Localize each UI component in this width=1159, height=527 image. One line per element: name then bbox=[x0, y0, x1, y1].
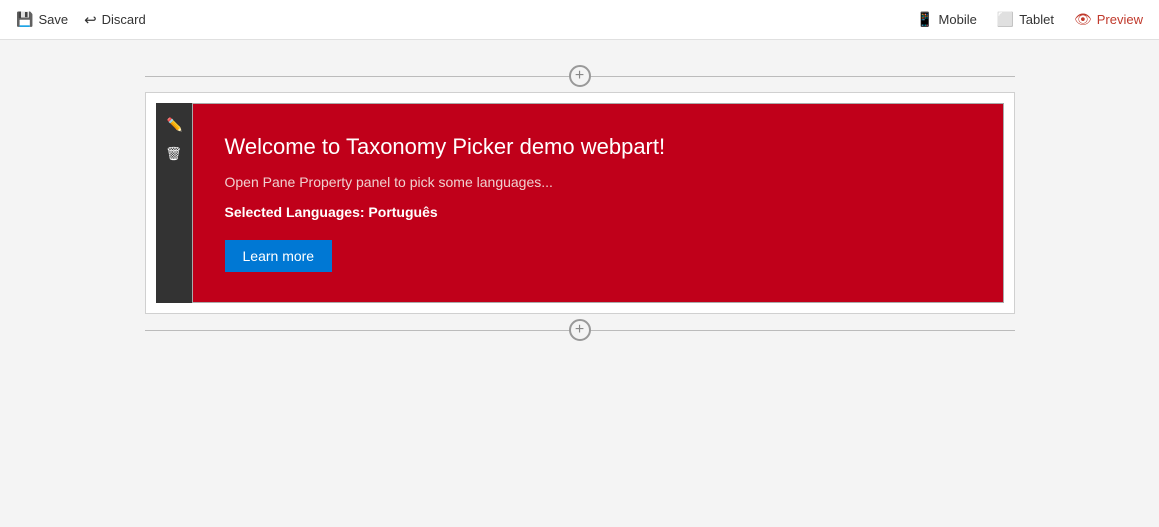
add-row-top-symbol: + bbox=[575, 68, 584, 84]
page-zone: + Welcome to Taxonomy Picker demo webpar… bbox=[145, 60, 1015, 346]
side-actions bbox=[156, 103, 192, 303]
edit-webpart-button[interactable] bbox=[160, 109, 188, 137]
delete-webpart-button[interactable] bbox=[160, 139, 188, 167]
add-row-bottom: + bbox=[145, 320, 1015, 340]
discard-button[interactable]: Discard bbox=[84, 11, 146, 29]
learn-more-button[interactable]: Learn more bbox=[225, 240, 333, 272]
trash-icon bbox=[165, 145, 182, 162]
webpart-outer: Welcome to Taxonomy Picker demo webpart!… bbox=[156, 103, 1004, 303]
tablet-icon bbox=[997, 11, 1014, 28]
section-wrapper: Welcome to Taxonomy Picker demo webpart!… bbox=[145, 92, 1015, 314]
preview-button[interactable]: Preview bbox=[1074, 11, 1143, 28]
add-section-top-button[interactable]: + bbox=[569, 65, 591, 87]
preview-icon bbox=[1074, 11, 1092, 28]
discard-icon bbox=[84, 11, 97, 29]
pencil-icon bbox=[167, 116, 181, 130]
canvas: + Welcome to Taxonomy Picker demo webpar… bbox=[0, 40, 1159, 527]
tablet-label: Tablet bbox=[1019, 12, 1054, 27]
add-row-bottom-symbol: + bbox=[575, 322, 584, 338]
toolbar-right: Mobile Tablet Preview bbox=[916, 11, 1143, 28]
mobile-label: Mobile bbox=[939, 12, 977, 27]
discard-label: Discard bbox=[102, 12, 146, 27]
preview-label: Preview bbox=[1097, 12, 1143, 27]
toolbar: Save Discard Mobile Tablet Preview bbox=[0, 0, 1159, 40]
webpart-selected-text: Selected Languages: Português bbox=[225, 204, 971, 220]
tablet-button[interactable]: Tablet bbox=[997, 11, 1054, 28]
save-button[interactable]: Save bbox=[16, 11, 68, 28]
mobile-button[interactable]: Mobile bbox=[916, 11, 977, 28]
webpart-subtitle: Open Pane Property panel to pick some la… bbox=[225, 174, 971, 190]
save-label: Save bbox=[38, 12, 68, 27]
save-icon bbox=[16, 11, 33, 28]
webpart-content: Welcome to Taxonomy Picker demo webpart!… bbox=[192, 103, 1004, 303]
webpart-title: Welcome to Taxonomy Picker demo webpart! bbox=[225, 134, 971, 160]
add-section-bottom-button[interactable]: + bbox=[569, 319, 591, 341]
toolbar-left: Save Discard bbox=[16, 11, 146, 29]
add-row-top: + bbox=[145, 66, 1015, 86]
mobile-icon bbox=[916, 11, 933, 28]
